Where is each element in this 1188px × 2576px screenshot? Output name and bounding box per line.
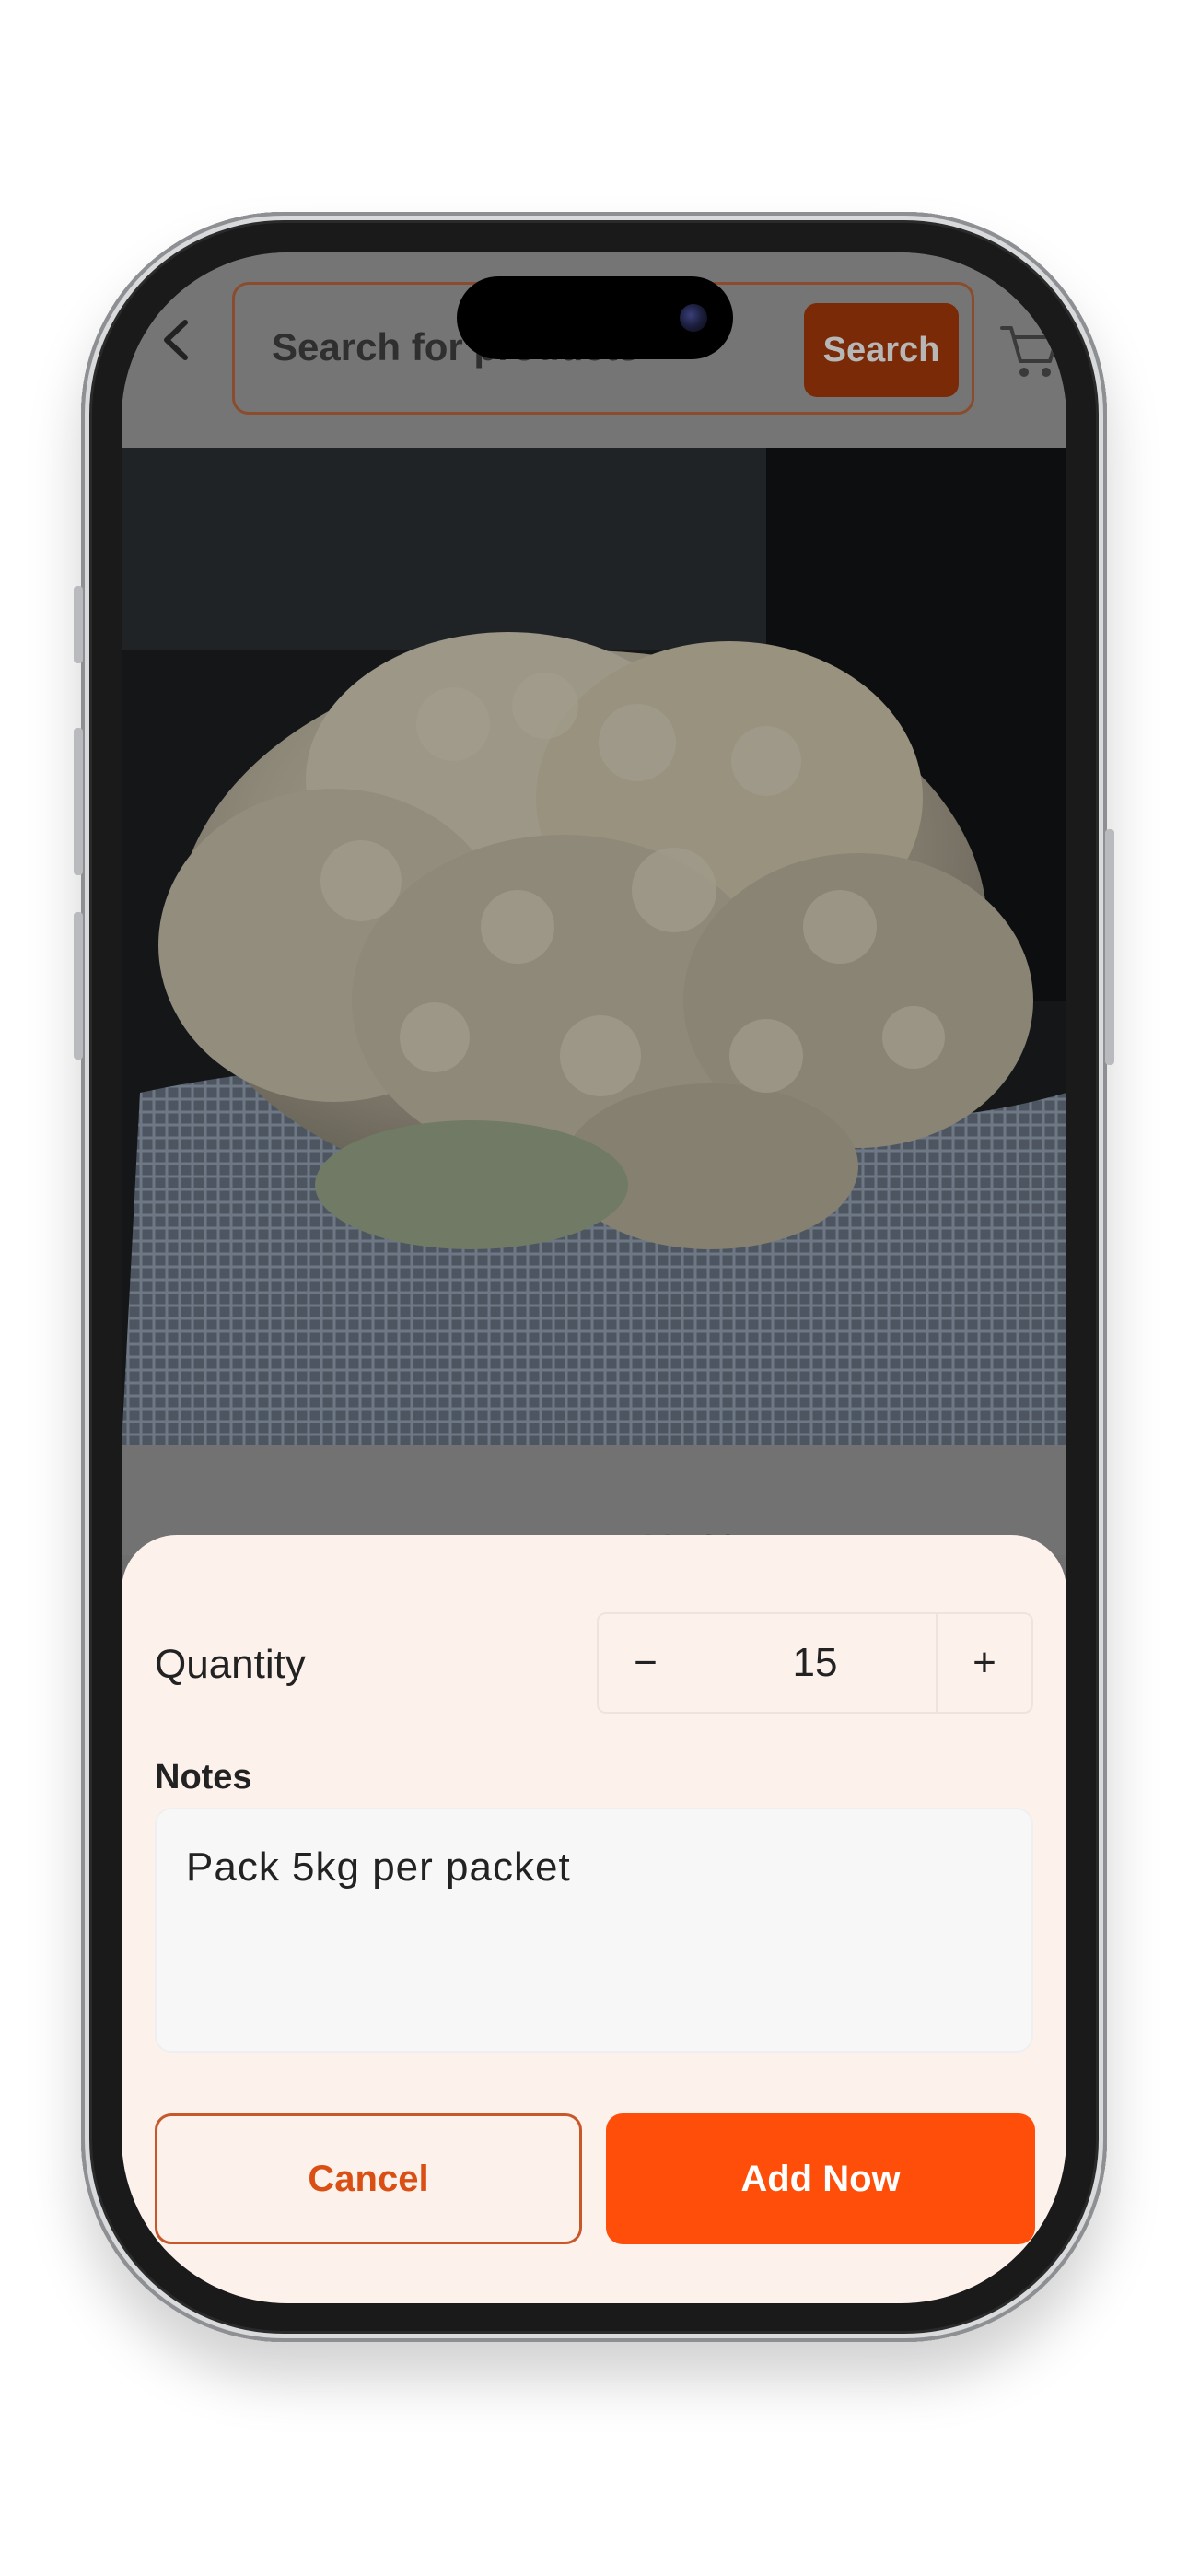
power-button <box>1105 829 1114 1065</box>
cancel-button[interactable]: Cancel <box>155 2113 582 2244</box>
plus-icon: + <box>973 1640 996 1685</box>
add-to-cart-sheet: Quantity − 15 + Notes Pack 5kg per packe… <box>122 1535 1066 2303</box>
product-image <box>122 448 1066 1445</box>
silent-switch <box>74 586 83 663</box>
cart-badge <box>1035 295 1066 332</box>
notes-field[interactable]: Pack 5kg per packet <box>155 1808 1033 2053</box>
stage: Search for products Search Quantity − 15… <box>0 0 1188 2576</box>
quantity-label: Quantity <box>155 1642 306 1687</box>
increment-button[interactable]: + <box>936 1612 1033 1714</box>
volume-up-button <box>74 728 83 875</box>
volume-down-button <box>74 912 83 1060</box>
cauliflower-photo <box>122 448 1066 1445</box>
decrement-button[interactable]: − <box>597 1612 694 1714</box>
notes-value: Pack 5kg per packet <box>186 1844 571 1890</box>
quantity-value[interactable]: 15 <box>693 1612 938 1714</box>
camera-icon <box>680 304 707 332</box>
back-button[interactable] <box>144 308 208 372</box>
back-chevron-icon <box>164 320 188 360</box>
add-now-button[interactable]: Add Now <box>606 2113 1035 2244</box>
phone-screen: Search for products Search Quantity − 15… <box>122 252 1066 2303</box>
minus-icon: − <box>634 1640 658 1685</box>
quantity-value-text: 15 <box>792 1640 838 1685</box>
search-button[interactable]: Search <box>804 303 959 397</box>
notes-label: Notes <box>155 1758 252 1797</box>
dynamic-island <box>457 276 733 359</box>
